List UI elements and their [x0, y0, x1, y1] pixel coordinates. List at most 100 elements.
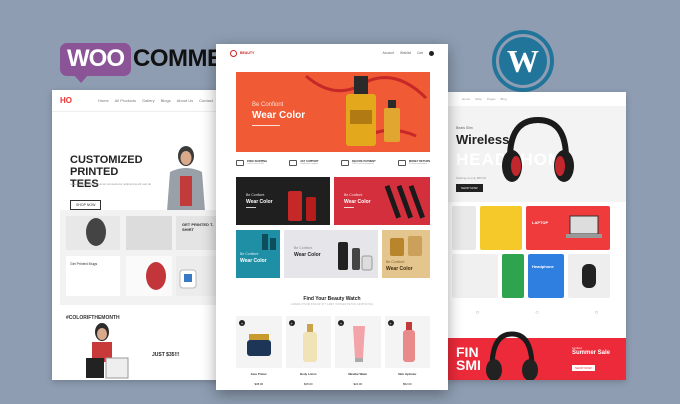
left-feature-tag: #COLORIFTHEMONTH [66, 315, 120, 321]
wordpress-logo: W [492, 30, 554, 92]
wordpress-mark: W [499, 37, 547, 85]
plus-icon[interactable]: + [288, 320, 295, 326]
feature-item: 24/7 SUPPORT Dedicated support [289, 156, 319, 170]
left-site-nav: HO Home All Products Gallery Blogs About… [52, 90, 230, 112]
banner-divider [246, 207, 256, 208]
banner-kicker: Be Confiont [246, 193, 265, 197]
cart-link[interactable]: Cart [417, 51, 423, 55]
hero-kicker: Be Confiont [252, 102, 284, 108]
left-promo-grid: GET PRINTED T-SHIRT Get Printed Mugs [60, 210, 230, 305]
plus-icon[interactable]: + [387, 320, 394, 326]
bottle-image [402, 322, 415, 362]
tile-laptop-label: LAPTOP [532, 220, 549, 225]
feature-sub: 30 days guarantee [408, 163, 428, 166]
nav-item[interactable]: Shop [475, 97, 482, 101]
feature-sub: Orders over $100 [247, 163, 265, 166]
product-card[interactable]: + Micellar Water $24.00 [335, 316, 381, 390]
product-price: $52.00 [402, 382, 412, 386]
perfume-bottle-image [346, 76, 400, 146]
left-hero: CUSTOMIZED PRINTED TEES Lorem ipsum dolo… [52, 112, 230, 224]
feature-item: SECURE PAYMENT 100% secure payment [340, 156, 376, 170]
tile-watch[interactable] [480, 206, 522, 250]
headphones-image [502, 116, 574, 182]
lotion-image [302, 324, 317, 362]
product-card[interactable]: + Skin Hydrator $52.00 [384, 316, 430, 390]
product-name: Face Primer [250, 372, 267, 376]
product-card[interactable]: + Face Primer $38.00 [236, 316, 282, 390]
tile-laptop[interactable]: LAPTOP [526, 206, 610, 250]
banner-gold[interactable]: Be Confiont Wear Color [382, 230, 430, 278]
product-price: $45.00 [303, 382, 313, 386]
nav-item[interactable]: Home [462, 97, 470, 101]
right-services-bar: ▢ ▢ ▢ [448, 304, 626, 320]
return-icon [397, 160, 406, 166]
skincare-set-image [338, 242, 373, 271]
nav-item[interactable]: Blog [501, 97, 507, 101]
product-name: Body Lotion [300, 372, 317, 376]
feature-sub: Dedicated support [300, 163, 319, 166]
banner-grey[interactable]: Be Confiont Wear Color [284, 230, 378, 278]
service-icon: ▢ [476, 310, 480, 314]
red-perfume-image [288, 191, 316, 221]
left-site-preview: HO Home All Products Gallery Blogs About… [52, 90, 230, 380]
banner-kicker: Be Confiont [344, 193, 363, 197]
product-name: Micellar Water [348, 372, 368, 376]
banner-title: Wear Color [246, 199, 273, 205]
nav-item[interactable]: Gallery [142, 98, 155, 103]
left-site-logo: HO [60, 96, 72, 105]
sale-button[interactable]: SHOP NOW [572, 365, 595, 371]
logo-mark-icon [230, 49, 237, 57]
right-site-preview: Home Shop Pages Blog Beats Slim Wireless… [448, 92, 626, 380]
nav-item[interactable]: Contact [199, 98, 213, 103]
tile-fitness[interactable] [502, 254, 524, 298]
nav-item[interactable]: About Us [177, 98, 193, 103]
product-price: $24.00 [353, 382, 363, 386]
jar-image [247, 334, 271, 356]
product-card[interactable]: + Body Lotion $45.00 [285, 316, 331, 390]
gold-bottles-image [390, 236, 422, 256]
right-hero: Beats Slim Wireless HEADPHONE Starting a… [448, 106, 626, 202]
section-subtitle: LOREM IPSUM DOLOR SIT AMET CONSECTETUR A… [290, 304, 374, 306]
product-row: + Face Primer $38.00 + Body Lotion $45.0… [236, 316, 430, 390]
tile-headphone-label: Headphone [532, 264, 554, 269]
account-link[interactable]: Account [382, 51, 394, 55]
banner-title: Wear Color [294, 252, 321, 258]
banner-divider [344, 207, 354, 208]
banner-red[interactable]: Be Confiont Wear Color [334, 177, 430, 225]
woo-badge: WOO [60, 42, 131, 83]
tile-bt-speaker[interactable] [568, 254, 610, 298]
plus-icon[interactable]: + [338, 320, 344, 326]
right-site-nav: Home Shop Pages Blog [448, 92, 626, 106]
nav-item[interactable]: Blogs [161, 98, 171, 103]
tile-headphone[interactable]: Headphone [528, 254, 564, 298]
banner-teal[interactable]: Be Confiont Wear Color [236, 230, 280, 278]
summer-sale-banner: FIN SMI Limited Summer Sale SHOP NOW [448, 331, 626, 380]
nav-item[interactable]: Pages [487, 97, 496, 101]
cart-icon[interactable] [429, 50, 434, 56]
left-price: JUST $35!!! [152, 352, 180, 358]
left-hero-subtitle: Lorem ipsum dolor sit amet consectetur a… [70, 182, 152, 186]
feature-sub: 100% secure payment [351, 163, 374, 166]
feature-text: 24/7 SUPPORT Dedicated support [300, 160, 318, 166]
nav-item[interactable]: All Products [115, 98, 136, 103]
center-site-preview: BEAUTY Account Wishlist Cart Be Confiont… [216, 44, 448, 390]
nav-item[interactable]: Home [98, 98, 109, 103]
plus-icon[interactable]: + [239, 320, 245, 326]
left-shop-button[interactable]: SHOP NOW [70, 200, 102, 210]
wishlist-link[interactable]: Wishlist [400, 51, 411, 55]
right-shop-button[interactable]: SHOP NOW [456, 184, 483, 192]
banner-title: Wear Color [386, 266, 413, 272]
support-icon [289, 160, 298, 166]
hero-title: Wear Color [252, 110, 306, 121]
center-site-logo[interactable]: BEAUTY [230, 49, 254, 57]
banner-dark[interactable]: Be Confiont Wear Color [236, 177, 330, 225]
tile-earbuds[interactable] [452, 206, 476, 250]
serum-image [262, 234, 276, 250]
account-links: Account Wishlist Cart [382, 50, 434, 56]
sale-right-block: Limited Summer Sale SHOP NOW [572, 346, 610, 374]
tile-speaker[interactable] [452, 254, 498, 298]
feature-strip: FREE SHIPPING Orders over $100 24/7 SUPPO… [236, 156, 430, 170]
center-hero-banner: Be Confiont Wear Color [236, 72, 430, 152]
truck-icon [236, 160, 244, 166]
feature-item: MONEY RETURN 30 days guarantee [397, 156, 430, 170]
